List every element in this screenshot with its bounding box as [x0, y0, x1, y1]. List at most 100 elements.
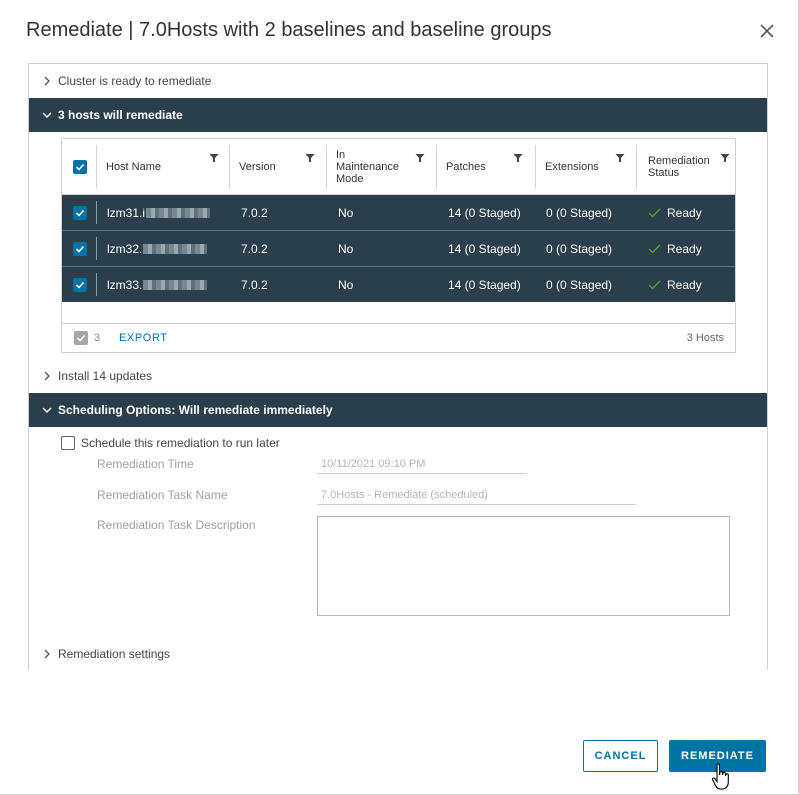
chevron-down-icon — [42, 112, 52, 119]
column-version[interactable]: Version — [230, 139, 327, 195]
column-remediation-status[interactable]: Remediation Status — [637, 139, 735, 195]
version-cell: 7.0.2 — [241, 241, 268, 256]
cluster-ready-label: Cluster is ready to remediate — [58, 74, 212, 88]
column-maintenance-label-3: Mode — [336, 173, 364, 185]
remediation-sections: Cluster is ready to remediate 3 hosts wi… — [28, 63, 768, 671]
chevron-down-icon — [42, 407, 52, 414]
check-icon — [75, 209, 85, 217]
table-row[interactable]: lzm33. 7.0.2 No 14 (0 Staged) 0 (0 Stage… — [62, 267, 735, 302]
column-status-label-2: Status — [648, 167, 680, 179]
column-maintenance-mode[interactable]: In Maintenance Mode — [327, 139, 437, 195]
filter-icon[interactable] — [513, 153, 523, 163]
maintenance-cell: No — [338, 241, 354, 256]
close-icon — [760, 24, 774, 38]
column-version-label: Version — [239, 161, 276, 173]
select-all-header — [62, 139, 97, 195]
hosts-section-label: 3 hosts will remediate — [58, 108, 183, 122]
install-updates-toggle[interactable]: Install 14 updates — [29, 359, 767, 393]
task-description-textarea[interactable] — [317, 516, 730, 616]
maintenance-cell: No — [338, 205, 354, 220]
column-host-name[interactable]: Host Name — [97, 139, 230, 195]
column-maintenance-label-1: In — [336, 149, 346, 161]
check-icon — [75, 245, 85, 253]
host-name-cell: lzm33. — [107, 267, 208, 302]
patches-cell: 14 (0 Staged) — [448, 241, 521, 256]
check-icon — [75, 163, 84, 171]
cluster-ready-toggle[interactable]: Cluster is ready to remediate — [29, 64, 767, 98]
column-patches-label: Patches — [446, 161, 486, 173]
extensions-cell: 0 (0 Staged) — [546, 241, 613, 256]
section-cluster-ready: Cluster is ready to remediate — [29, 64, 767, 98]
column-extensions-label: Extensions — [545, 161, 599, 173]
cancel-button[interactable]: CANCEL — [583, 740, 658, 772]
schedule-later-checkbox[interactable] — [61, 436, 75, 450]
extensions-cell: 0 (0 Staged) — [546, 277, 613, 292]
redacted-hostname — [143, 279, 208, 290]
section-scheduling: Scheduling Options: Will remediate immed… — [29, 393, 767, 427]
patches-cell: 14 (0 Staged) — [448, 205, 521, 220]
check-icon — [75, 281, 85, 289]
filter-icon[interactable] — [615, 153, 625, 163]
schedule-later-option[interactable]: Schedule this remediation to run later — [61, 436, 280, 450]
column-host-name-label: Host Name — [106, 161, 162, 173]
filter-icon[interactable] — [305, 153, 315, 163]
chevron-right-icon — [44, 371, 50, 381]
host-name-cell: lzm31.i — [107, 195, 211, 230]
table-row[interactable]: lzm31.i 7.0.2 No 14 (0 Staged) 0 (0 Stag… — [62, 195, 735, 230]
check-icon — [648, 280, 661, 289]
chevron-right-icon — [44, 649, 50, 659]
hosts-grid: Host Name Version In Maintenance Mode Pa… — [61, 138, 736, 353]
section-hosts: 3 hosts will remediate — [29, 98, 767, 132]
hand-cursor-icon — [711, 763, 729, 790]
task-name-label: Remediation Task Name — [97, 488, 228, 502]
select-all-checkbox[interactable] — [72, 160, 87, 174]
remediate-dialog: Remediate | 7.0Hosts with 2 baselines an… — [0, 0, 799, 795]
check-icon — [648, 208, 661, 217]
check-icon — [76, 334, 86, 342]
status-cell: Ready — [648, 267, 702, 302]
table-row[interactable]: lzm32. 7.0.2 No 14 (0 Staged) 0 (0 Stage… — [62, 231, 735, 266]
export-link[interactable]: EXPORT — [119, 332, 168, 344]
task-description-label: Remediation Task Description — [97, 518, 256, 532]
scheduling-label: Scheduling Options: Will remediate immed… — [58, 403, 333, 417]
hosts-section-toggle[interactable]: 3 hosts will remediate — [29, 98, 767, 132]
grid-footer: 3 EXPORT 3 Hosts — [62, 323, 735, 352]
check-icon — [648, 244, 661, 253]
task-name-input[interactable] — [317, 485, 636, 505]
patches-cell: 14 (0 Staged) — [448, 277, 521, 292]
remediation-time-label: Remediation Time — [97, 457, 194, 471]
column-maintenance-label-2: Maintenance — [336, 161, 399, 173]
section-remediation-settings: Remediation settings — [29, 637, 767, 671]
redacted-hostname — [146, 207, 211, 218]
column-patches[interactable]: Patches — [437, 139, 536, 195]
scheduling-toggle[interactable]: Scheduling Options: Will remediate immed… — [29, 393, 767, 427]
version-cell: 7.0.2 — [241, 205, 268, 220]
dialog-title: Remediate | 7.0Hosts with 2 baselines an… — [26, 19, 552, 41]
filter-icon[interactable] — [415, 153, 425, 163]
remediation-settings-toggle[interactable]: Remediation settings — [29, 637, 767, 671]
remediation-time-input[interactable] — [317, 454, 527, 474]
redacted-hostname — [143, 243, 208, 254]
grid-header: Host Name Version In Maintenance Mode Pa… — [62, 139, 735, 195]
remediation-settings-label: Remediation settings — [58, 647, 171, 661]
host-name-cell: lzm32. — [107, 231, 208, 266]
version-cell: 7.0.2 — [241, 277, 268, 292]
row-checkbox[interactable] — [73, 205, 87, 220]
footer-select-checkbox[interactable] — [74, 331, 88, 345]
selected-count: 3 — [94, 332, 101, 344]
schedule-later-label: Schedule this remediation to run later — [81, 436, 280, 450]
row-checkbox[interactable] — [73, 277, 87, 292]
status-cell: Ready — [648, 195, 702, 230]
close-button[interactable] — [756, 20, 778, 42]
install-updates-label: Install 14 updates — [58, 369, 153, 383]
section-install-updates: Install 14 updates — [29, 359, 767, 393]
status-cell: Ready — [648, 231, 702, 266]
row-checkbox[interactable] — [73, 241, 87, 256]
maintenance-cell: No — [338, 277, 354, 292]
filter-icon[interactable] — [720, 153, 730, 163]
column-status-label-1: Remediation — [648, 155, 710, 167]
column-extensions[interactable]: Extensions — [536, 139, 637, 195]
extensions-cell: 0 (0 Staged) — [546, 205, 613, 220]
filter-icon[interactable] — [209, 153, 219, 163]
hosts-total: 3 Hosts — [686, 332, 724, 344]
